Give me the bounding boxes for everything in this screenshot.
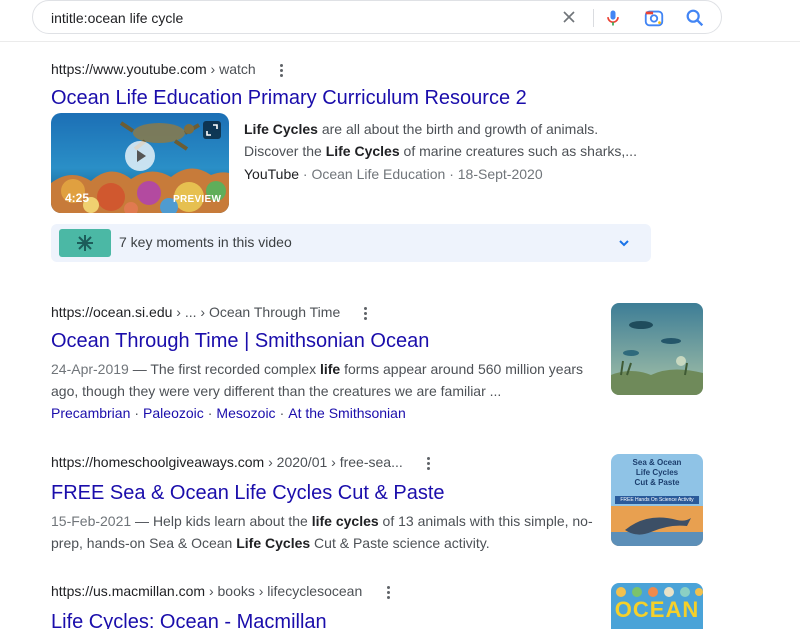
snippet-date: 15-Feb-2021 — [51, 513, 132, 529]
header: intitle:ocean life cycle — [0, 0, 800, 42]
search-result-youtube: https://www.youtube.com › watch Ocean Li… — [51, 61, 651, 276]
more-options-icon[interactable] — [422, 455, 434, 473]
thumb-line: Life Cycles — [635, 468, 679, 477]
result-snippet: Life Cycles are all about the birth and … — [244, 118, 664, 162]
video-channel-date: · Ocean Life Education · 18-Sept-2020 — [299, 166, 543, 182]
result-title[interactable]: Life Cycles: Ocean - Macmillan — [51, 609, 327, 629]
snippet-text: prep, hands-on Sea & Ocean — [51, 535, 237, 551]
snippet-bold: Life Cycles — [236, 535, 311, 551]
search-input[interactable]: intitle:ocean life cycle — [51, 10, 183, 26]
snippet-bold: life — [319, 361, 341, 377]
sitelink-separator: · — [279, 405, 285, 421]
snippet-text: are all about the birth and growth of an… — [317, 121, 599, 137]
sitelink-precambrian[interactable]: Precambrian — [51, 405, 130, 421]
key-moments-label: 7 key moments in this video — [119, 234, 292, 250]
result-path: › books › lifecyclesocean — [205, 583, 363, 599]
more-options-icon[interactable] — [359, 305, 371, 323]
thumb-line: Sea & Ocean — [632, 458, 682, 467]
result-thumbnail[interactable]: OCEAN — [611, 583, 703, 629]
result-path: › 2020/01 › free-sea... — [264, 454, 403, 470]
snippet-bold: life cycles — [311, 513, 379, 529]
expand-icon[interactable] — [203, 121, 221, 139]
sitelink-separator: · — [207, 405, 213, 421]
key-moments-thumbnail — [59, 229, 111, 257]
snippet-text: of 13 animals with this simple, no- — [378, 513, 593, 529]
thumb-banner: FREE Hands On Science Activity — [615, 496, 699, 504]
search-box[interactable]: intitle:ocean life cycle — [32, 0, 722, 34]
search-divider — [593, 9, 594, 27]
snippet-bold: Life Cycles — [244, 121, 318, 137]
clear-icon[interactable] — [559, 7, 579, 27]
snippet-text: of marine creatures such as sharks,... — [399, 143, 637, 159]
result-path: › watch — [206, 61, 256, 77]
thumb-title: OCEAN — [614, 597, 700, 622]
result-site: https://homeschoolgiveaways.com — [51, 454, 265, 470]
result-site: https://www.youtube.com — [51, 61, 207, 77]
snippet-text: Discover the — [244, 143, 326, 159]
result-site: https://ocean.si.edu — [51, 304, 173, 320]
result-path: › ... › Ocean Through Time — [172, 304, 341, 320]
result-url[interactable]: https://us.macmillan.com › books › lifec… — [51, 583, 362, 603]
result-title[interactable]: Ocean Through Time | Smithsonian Ocean — [51, 328, 429, 354]
dolphin-image — [611, 506, 703, 546]
thumb-line: Cut & Paste — [634, 478, 680, 487]
key-moments-bar[interactable]: 7 key moments in this video — [51, 224, 651, 262]
result-url[interactable]: https://homeschoolgiveaways.com › 2020/0… — [51, 454, 403, 474]
preview-label: PREVIEW — [173, 194, 222, 205]
result-url[interactable]: https://ocean.si.edu › ... › Ocean Throu… — [51, 304, 340, 324]
snippet-text: Cut & Paste science activity. — [310, 535, 490, 551]
result-site: https://us.macmillan.com — [51, 583, 206, 599]
video-source: YouTube · Ocean Life Education · 18-Sept… — [244, 166, 543, 182]
sitelink-mesozoic[interactable]: Mesozoic — [216, 405, 275, 421]
result-url[interactable]: https://www.youtube.com › watch — [51, 61, 256, 81]
result-snippet: 15-Feb-2021 — Help kids learn about the … — [51, 510, 601, 554]
search-result-macmillan: https://us.macmillan.com › books › lifec… — [51, 583, 711, 629]
snippet-bold: Life Cycles — [325, 143, 400, 159]
mic-icon[interactable] — [603, 7, 623, 29]
result-title[interactable]: FREE Sea & Ocean Life Cycles Cut & Paste — [51, 480, 445, 506]
camera-lens-icon[interactable] — [643, 7, 665, 29]
search-icon[interactable] — [684, 7, 706, 29]
sitelink-at-the-smithsonian[interactable]: At the Smithsonian — [288, 405, 406, 421]
result-title[interactable]: Ocean Life Education Primary Curriculum … — [51, 85, 527, 111]
underwater-illustration — [611, 303, 703, 395]
more-options-icon[interactable] — [382, 584, 394, 602]
play-icon[interactable] — [125, 141, 155, 171]
snippet-text: forms appear around 560 million years — [340, 361, 584, 377]
chevron-down-icon[interactable] — [617, 236, 631, 250]
more-options-icon[interactable] — [275, 62, 287, 80]
search-result-homeschool: https://homeschoolgiveaways.com › 2020/0… — [51, 454, 711, 554]
video-duration: 4:25 — [65, 191, 90, 205]
result-thumbnail[interactable]: Sea & Ocean Life Cycles Cut & Paste FREE… — [611, 454, 703, 546]
snippet-text: ago, though they were very different tha… — [51, 383, 502, 399]
video-thumbnail[interactable]: 4:25 PREVIEW — [51, 113, 229, 213]
search-result-smithsonian: https://ocean.si.edu › ... › Ocean Throu… — [51, 303, 711, 424]
result-thumbnail[interactable] — [611, 303, 703, 395]
sitelink-separator: · — [134, 405, 140, 421]
sitelink-paleozoic[interactable]: Paleozoic — [143, 405, 204, 421]
snippet-text: — The first recorded complex — [128, 361, 320, 377]
snippet-text: — Help kids learn about the — [131, 513, 312, 529]
snippet-date: 24-Apr-2019 — [51, 361, 129, 377]
video-platform: YouTube — [244, 166, 300, 182]
result-snippet: 24-Apr-2019 — The first recorded complex… — [51, 358, 596, 402]
thumb-heading: Sea & Ocean Life Cycles Cut & Paste — [611, 458, 703, 488]
sitelinks: Precambrian · Paleozoic · Mesozoic · At the Sm… — [51, 405, 406, 421]
